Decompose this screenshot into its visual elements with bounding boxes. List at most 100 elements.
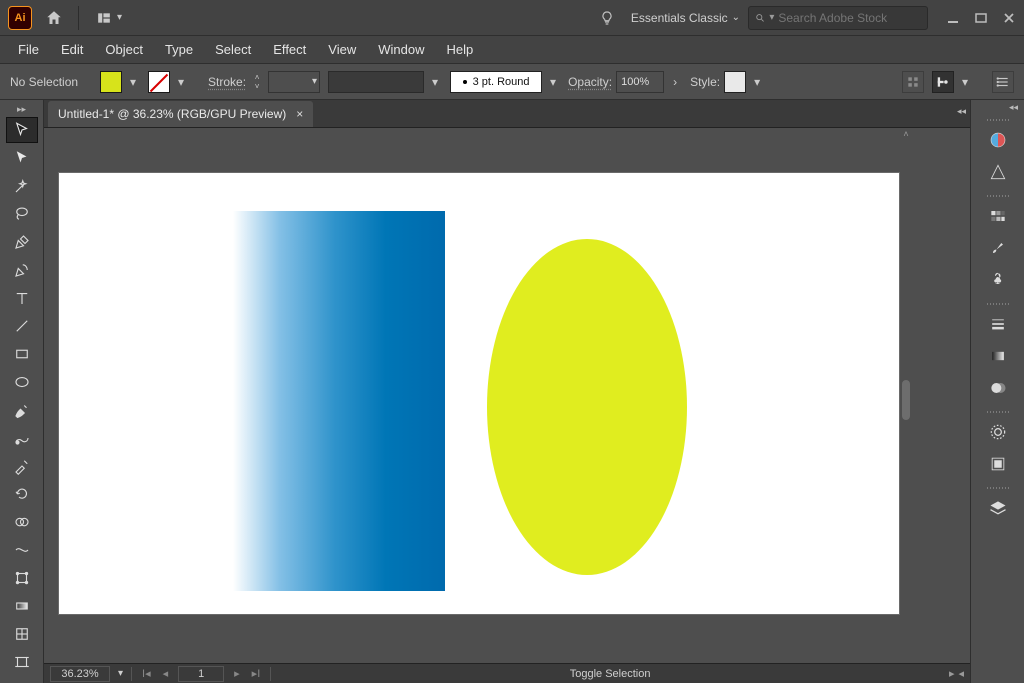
canvas[interactable]: ˄ <box>44 128 970 663</box>
transparency-panel-icon[interactable] <box>982 373 1014 403</box>
stroke-swatch[interactable] <box>148 71 170 93</box>
expand-tools-button[interactable]: ▸▸ <box>0 102 43 116</box>
artboard-number[interactable]: 1 <box>178 666 224 682</box>
minimize-button[interactable] <box>942 7 964 29</box>
symbols-panel-icon[interactable]: ♣ <box>982 265 1014 295</box>
chevron-down-icon: ▾ <box>958 75 972 89</box>
panel-menu-button[interactable] <box>992 71 1014 93</box>
menu-effect[interactable]: Effect <box>263 38 316 61</box>
curvature-tool[interactable] <box>6 257 38 283</box>
stroke-weight-stepper[interactable]: ˄˅ <box>250 71 264 93</box>
brush-definition-dropdown[interactable]: 3 pt. Round <box>450 71 542 93</box>
rectangle-object[interactable] <box>233 211 445 591</box>
prev-artboard-button[interactable]: ◂ <box>161 667 171 680</box>
status-bar: 36.23% ▾ I◂ ◂ 1 ▸ ▸I Toggle Selection ▸◂ <box>44 663 970 683</box>
expand-panels-button[interactable]: ◂◂ <box>971 100 1024 114</box>
search-stock-field[interactable]: ▾ <box>748 6 928 30</box>
type-tool[interactable] <box>6 285 38 311</box>
next-artboard-button[interactable]: ▸ <box>232 667 242 680</box>
swatches-panel-icon[interactable] <box>982 201 1014 231</box>
eyedropper-tool[interactable] <box>6 453 38 479</box>
close-button[interactable] <box>998 7 1020 29</box>
menu-select[interactable]: Select <box>205 38 261 61</box>
horizontal-scroll-arrows[interactable]: ▸◂ <box>949 667 964 680</box>
style-label[interactable]: Style: <box>690 75 720 89</box>
stroke-swatch-group[interactable]: ▾ <box>148 71 188 93</box>
gradient-tool[interactable] <box>6 593 38 619</box>
document-tab[interactable]: Untitled-1* @ 36.23% (RGB/GPU Preview) × <box>48 101 313 127</box>
color-guide-panel-icon[interactable] <box>982 157 1014 187</box>
arrange-documents-button[interactable]: ▾ <box>89 4 128 32</box>
menu-edit[interactable]: Edit <box>51 38 93 61</box>
pen-tool[interactable] <box>6 229 38 255</box>
ellipse-tool[interactable] <box>6 369 38 395</box>
panel-grip[interactable] <box>978 484 1018 492</box>
home-button[interactable] <box>40 4 68 32</box>
scroll-up-arrow[interactable]: ˄ <box>900 128 912 140</box>
panel-grip[interactable] <box>978 116 1018 124</box>
discover-button[interactable] <box>593 4 621 32</box>
artboard-tool[interactable] <box>6 649 38 675</box>
width-tool[interactable] <box>6 537 38 563</box>
brushes-panel-icon[interactable] <box>982 233 1014 263</box>
direct-selection-tool[interactable] <box>6 145 38 171</box>
artboard[interactable] <box>58 172 900 615</box>
zoom-level[interactable]: 36.23% <box>50 666 110 682</box>
stroke-label[interactable]: Stroke: <box>208 75 246 89</box>
panel-grip[interactable] <box>978 408 1018 416</box>
chevron-right-icon[interactable]: › <box>668 75 682 89</box>
opacity-value[interactable]: 100% <box>616 71 664 93</box>
menu-bar: File Edit Object Type Select Effect View… <box>0 36 1024 64</box>
chevron-down-icon: ▾ <box>117 12 122 23</box>
ellipse-object[interactable] <box>487 239 687 575</box>
variable-width-profile-dropdown[interactable] <box>328 71 424 93</box>
panel-grip[interactable] <box>978 300 1018 308</box>
fill-swatch[interactable] <box>100 71 122 93</box>
panel-grip[interactable] <box>978 192 1018 200</box>
stroke-panel-icon[interactable] <box>982 309 1014 339</box>
collapse-right-button[interactable]: ◂◂ <box>957 106 966 117</box>
selection-indicator: No Selection <box>10 75 78 89</box>
free-transform-tool[interactable] <box>6 565 38 591</box>
close-tab-button[interactable]: × <box>296 107 303 121</box>
layers-panel-icon[interactable] <box>982 493 1014 523</box>
color-panel-icon[interactable] <box>982 125 1014 155</box>
paintbrush-tool[interactable] <box>6 397 38 423</box>
stroke-weight-dropdown[interactable]: ▾ <box>268 71 320 93</box>
first-artboard-button[interactable]: I◂ <box>140 667 153 680</box>
line-tool[interactable] <box>6 313 38 339</box>
lasso-tool[interactable] <box>6 201 38 227</box>
workspace-switcher[interactable]: Essentials Classic ⌄ <box>623 11 748 25</box>
shape-builder-tool[interactable] <box>6 509 38 535</box>
vertical-scrollbar[interactable]: ˄ <box>900 128 912 643</box>
menu-view[interactable]: View <box>318 38 366 61</box>
magic-wand-tool[interactable] <box>6 173 38 199</box>
blob-brush-tool[interactable] <box>6 425 38 451</box>
rectangle-tool[interactable] <box>6 341 38 367</box>
chevron-down-icon: ▾ <box>428 75 442 89</box>
search-input[interactable] <box>778 11 921 25</box>
menu-window[interactable]: Window <box>368 38 434 61</box>
mesh-tool[interactable] <box>6 621 38 647</box>
chevron-down-icon[interactable]: ▾ <box>118 668 123 679</box>
menu-type[interactable]: Type <box>155 38 203 61</box>
maximize-button[interactable] <box>970 7 992 29</box>
appearance-panel-icon[interactable] <box>982 417 1014 447</box>
preferences-button[interactable]: ▾ <box>932 71 972 93</box>
brush-dot-icon <box>463 80 467 84</box>
fill-swatch-group[interactable]: ▾ <box>100 71 140 93</box>
menu-object[interactable]: Object <box>95 38 153 61</box>
menu-help[interactable]: Help <box>436 38 483 61</box>
scroll-thumb[interactable] <box>902 380 910 420</box>
opacity-label[interactable]: Opacity: <box>568 75 612 89</box>
chevron-down-icon: ▾ <box>126 75 140 89</box>
graphic-style-swatch[interactable] <box>724 71 746 93</box>
rotate-tool[interactable] <box>6 481 38 507</box>
selection-tool[interactable] <box>6 117 38 143</box>
document-setup-button[interactable] <box>902 71 924 93</box>
gradient-panel-icon[interactable] <box>982 341 1014 371</box>
graphic-styles-panel-icon[interactable] <box>982 449 1014 479</box>
workspace-label: Essentials Classic <box>631 11 728 25</box>
last-artboard-button[interactable]: ▸I <box>250 667 263 680</box>
menu-file[interactable]: File <box>8 38 49 61</box>
